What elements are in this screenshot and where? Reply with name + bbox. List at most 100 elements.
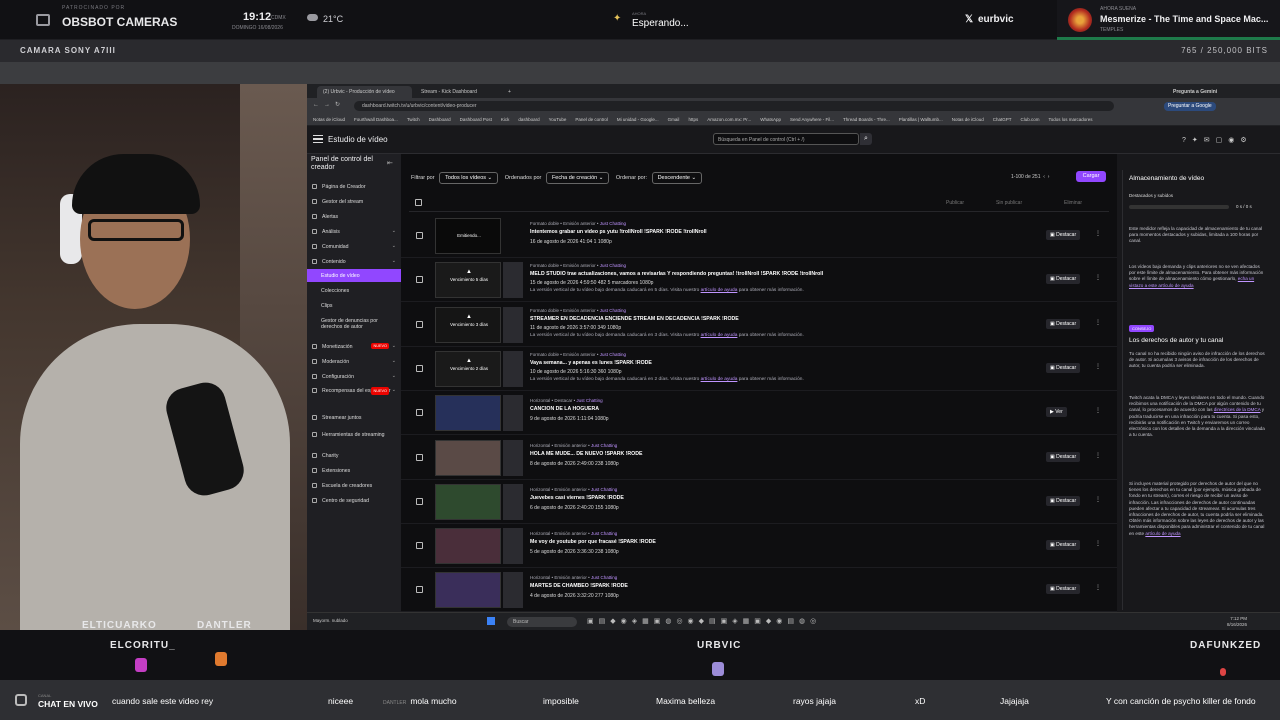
pagination[interactable]: 1-100 de 251 ‹ › <box>1011 174 1049 180</box>
gemini-button[interactable]: Pregunta a Gemini <box>1167 86 1237 98</box>
sort-dropdown[interactable]: Fecha de creación ⌄ <box>545 172 610 184</box>
delete-button[interactable]: Eliminar <box>1064 200 1082 206</box>
sidebar-item[interactable]: Recompensas del espectador NUEVO ⌄ <box>307 384 401 404</box>
help-article-link[interactable]: artículo de ayuda <box>701 377 738 382</box>
highlight-button[interactable]: ▣ Destacar <box>1046 230 1081 240</box>
help-article-link[interactable]: artículo de ayuda <box>701 333 738 338</box>
more-options-icon[interactable]: ⋮ <box>1095 584 1101 591</box>
row-checkbox[interactable] <box>416 276 423 284</box>
address-bar[interactable]: dashboard.twitch.tv/u/urbvic/content/vid… <box>354 101 1114 111</box>
table-row[interactable]: Emitiendo... Formato doble • Emisión ante… <box>401 214 1117 258</box>
header-icons[interactable]: ?✦✉▢◉⚙ <box>1182 136 1253 144</box>
video-title[interactable]: Juevebes casi viernes !SPARK !RODE <box>530 495 624 501</box>
sidebar-item[interactable]: Alertas <box>307 210 401 223</box>
video-category[interactable]: Just Chatting <box>600 221 626 226</box>
video-thumbnail[interactable] <box>435 439 501 476</box>
taskbar-search[interactable]: Buscar <box>507 617 577 627</box>
video-thumbnail[interactable] <box>435 395 501 432</box>
sidebar-item[interactable]: Charity <box>307 449 401 462</box>
highlight-button[interactable]: ▣ Destacar <box>1046 584 1081 595</box>
row-checkbox[interactable] <box>416 320 423 328</box>
bookmark-item[interactable]: Todos los marcadores <box>1049 117 1093 122</box>
more-options-icon[interactable]: ⋮ <box>1095 452 1101 459</box>
chevron-down-icon[interactable]: ⌄ <box>392 258 396 264</box>
video-category[interactable]: Just Chatting <box>591 487 617 492</box>
video-category[interactable]: Just Chatting <box>591 575 617 580</box>
vertical-thumbnail[interactable] <box>503 350 523 387</box>
google-button[interactable]: Preguntar a Google <box>1164 102 1216 111</box>
sidebar-item[interactable]: Streamear juntos <box>307 411 401 424</box>
vertical-thumbnail[interactable] <box>503 395 523 432</box>
highlight-button[interactable]: ▶ Ver <box>1046 407 1067 418</box>
highlight-button[interactable]: ▣ Destacar <box>1046 495 1081 506</box>
help-article-link[interactable]: artículo de ayuda <box>701 288 738 293</box>
video-thumbnail[interactable] <box>435 528 501 565</box>
bookmark-item[interactable]: Dashboard Post <box>460 117 492 122</box>
bookmark-item[interactable]: Gmail <box>668 117 680 122</box>
bookmark-item[interactable]: Plantillas | Walltumb... <box>899 117 943 122</box>
tab-kick-dashboard[interactable]: Stream - Kick Dashboard <box>415 86 500 98</box>
sidebar-item[interactable]: Configuración ⌄ <box>307 370 401 383</box>
more-options-icon[interactable]: ⋮ <box>1095 230 1101 237</box>
collapse-icon[interactable]: ⇤ <box>387 159 393 167</box>
sidebar-item[interactable]: Herramientas de streaming <box>307 428 401 448</box>
vertical-thumbnail[interactable] <box>503 528 523 565</box>
table-row[interactable]: Horizontal • Destacar • Just Chatting CAN… <box>401 391 1117 436</box>
more-options-icon[interactable]: ⋮ <box>1095 540 1101 547</box>
copyright-help-link[interactable]: artículo de ayuda <box>1145 531 1180 536</box>
order-dropdown[interactable]: Descendente ⌄ <box>651 172 703 184</box>
new-tab-button[interactable]: + <box>502 86 516 98</box>
sidebar-item[interactable]: Gestor de denuncias por derechos de auto… <box>307 314 401 334</box>
sidebar-item[interactable]: Colecciones <box>307 284 401 297</box>
bookmark-item[interactable]: Club.com <box>1021 117 1040 122</box>
video-title[interactable]: CANCION DE LA HOGUERA <box>530 406 599 412</box>
video-thumbnail[interactable]: ▲ Vencimiento 3 días <box>435 306 501 343</box>
dmca-link[interactable]: directrices de la DMCA <box>1214 407 1261 412</box>
chevron-down-icon[interactable]: ⌄ <box>392 228 396 234</box>
filter-dropdown[interactable]: Todos los vídeos ⌄ <box>439 172 499 184</box>
video-thumbnail[interactable] <box>435 572 501 609</box>
highlight-button[interactable]: ▣ Destacar <box>1046 362 1081 373</box>
sidebar-item[interactable]: Monetización NUEVO ⌄ <box>307 340 401 353</box>
vertical-thumbnail[interactable] <box>503 262 523 299</box>
video-category[interactable]: Just Chatting <box>591 443 617 448</box>
highlight-button[interactable]: ▣ Destacar <box>1046 540 1081 551</box>
vertical-thumbnail[interactable] <box>503 572 523 609</box>
row-checkbox[interactable] <box>416 586 423 594</box>
video-category[interactable]: Just Chatting <box>600 263 626 268</box>
bookmark-item[interactable]: Mi unidad - Google... <box>617 117 659 122</box>
bookmark-item[interactable]: Kick <box>501 117 510 122</box>
windows-start-icon[interactable] <box>487 617 495 625</box>
video-title[interactable]: HOLA ME MUDE... DE NUEVO !SPARK !RODE <box>530 451 642 457</box>
video-category[interactable]: Just Chatting <box>600 308 626 313</box>
more-options-icon[interactable]: ⋮ <box>1095 496 1101 503</box>
publish-button[interactable]: Publicar <box>946 200 964 206</box>
row-checkbox[interactable] <box>416 497 423 505</box>
row-checkbox[interactable] <box>416 453 423 461</box>
table-row[interactable]: Horizontal • Emisión anterior • Just Cha… <box>401 524 1117 569</box>
video-thumbnail[interactable]: ▲ Vencimiento 5 días <box>435 262 501 299</box>
bookmark-item[interactable]: Dashboard <box>429 117 451 122</box>
sidebar-item[interactable]: Contenido ⌄ <box>307 255 401 268</box>
load-button[interactable]: Cargar <box>1076 171 1106 182</box>
sidebar-item[interactable]: Extensiones <box>307 464 401 477</box>
row-checkbox[interactable] <box>416 364 423 372</box>
hamburger-icon[interactable] <box>313 135 323 143</box>
highlight-button[interactable]: ▣ Destacar <box>1046 451 1081 462</box>
bookmark-item[interactable]: dashboard <box>518 117 539 122</box>
vertical-thumbnail[interactable] <box>503 483 523 520</box>
row-checkbox[interactable] <box>416 542 423 550</box>
select-all-checkbox[interactable] <box>415 199 422 206</box>
bookmark-item[interactable]: ChatGPT <box>993 117 1012 122</box>
search-icon[interactable]: ⌕ <box>860 133 872 145</box>
table-row[interactable]: ▲ Vencimiento 5 días Formato doble • Emisi… <box>401 258 1117 303</box>
video-title[interactable]: STREAMER EN DECADENCIA ENCIENDE STREAM E… <box>530 316 739 322</box>
vertical-thumbnail[interactable] <box>503 306 523 343</box>
sidebar-item[interactable]: Análisis ⌄ <box>307 225 401 238</box>
row-checkbox[interactable] <box>416 409 423 417</box>
bookmark-item[interactable]: Fourthwall Dashboa... <box>354 117 398 122</box>
table-row[interactable]: ▲ Vencimiento 2 días Formato doble • Emisi… <box>401 347 1117 391</box>
video-title[interactable]: Vaya semana... y apenas es lunes !SPARK … <box>530 360 652 366</box>
video-thumbnail[interactable]: ▲ Vencimiento 2 días <box>435 350 501 387</box>
video-thumbnail[interactable]: Emitiendo... <box>435 218 501 254</box>
